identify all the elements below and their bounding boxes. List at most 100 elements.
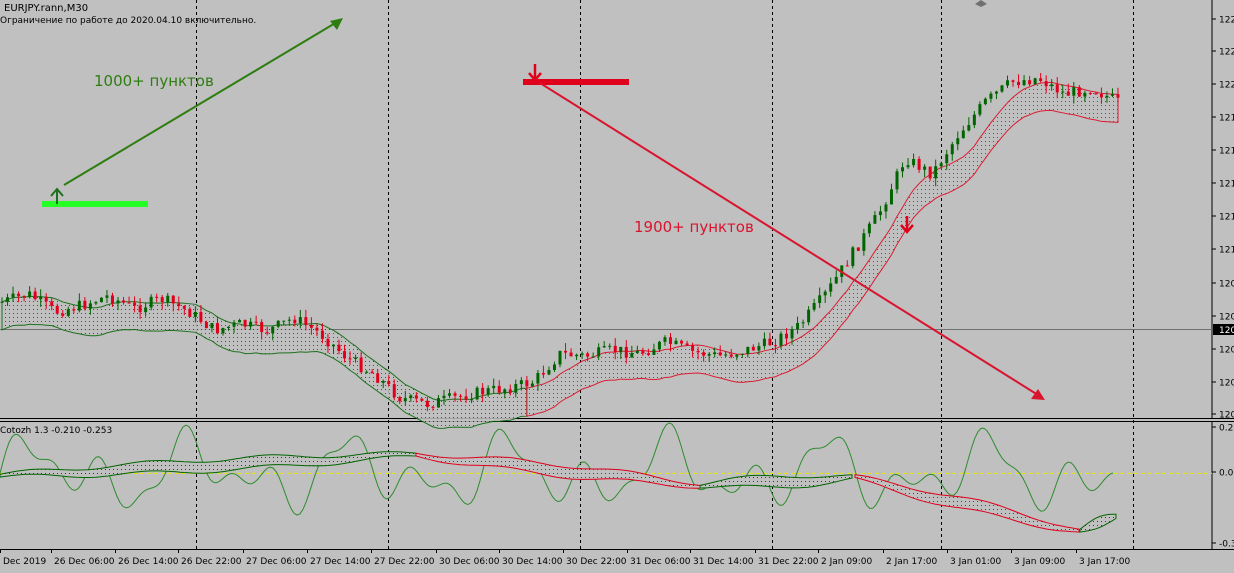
candle: [884, 201, 888, 219]
chart-canvas: EURJPY.rann,M30 Ограничение по работе до…: [0, 0, 1234, 567]
candle: [901, 162, 905, 178]
price-tick-label: 121: [1219, 114, 1234, 124]
candle: [829, 277, 833, 297]
time-tick-label: 30 Dec 14:00: [502, 557, 563, 567]
price-tick-label: 120: [1219, 379, 1234, 389]
time-tick-label: 26 Dec 14:00: [118, 557, 179, 567]
candle: [105, 289, 109, 303]
candle: [983, 97, 987, 106]
candle: [950, 141, 954, 161]
trend-cloud: [1, 81, 1119, 429]
price-tick-label: 121: [1219, 180, 1234, 190]
candle: [591, 352, 595, 358]
candle: [155, 293, 159, 303]
license-notice: Ограничение по работе до 2020.04.10 вклю…: [0, 16, 256, 26]
oscillator-tick-label: -0.3: [1219, 540, 1234, 550]
candle: [801, 319, 805, 329]
oscillator-label: Cotozh 1.3 -0.210 -0.253: [0, 426, 112, 436]
candle: [663, 335, 667, 346]
uptrend-points-label: 1000+ пунктов: [94, 72, 214, 90]
candle: [1039, 73, 1043, 83]
downtrend-points-label: 1900+ пунктов: [634, 218, 754, 236]
candle: [541, 365, 545, 379]
candle: [1028, 75, 1032, 87]
candle: [818, 287, 822, 309]
candle: [851, 245, 855, 269]
price-tick-label: 120: [1219, 346, 1234, 356]
candle: [580, 351, 584, 359]
oscillator-tick-label: 0.0: [1219, 469, 1234, 479]
candle: [77, 293, 81, 313]
bear-oscillator-band-1: [415, 452, 701, 489]
candle: [1017, 74, 1021, 89]
candle: [751, 344, 755, 351]
downtrend-arrow-head: [1031, 389, 1045, 400]
candle: [878, 205, 882, 221]
bear-cloud-segment-1: [526, 81, 1119, 417]
time-tick-label: 30 Dec 06:00: [439, 557, 500, 567]
oscillator-axis: 0.2 0.0 -0.3: [1212, 424, 1234, 550]
candle: [1110, 88, 1114, 98]
time-tick-label: 31 Dec 14:00: [693, 557, 754, 567]
candle: [994, 90, 998, 100]
candle: [254, 315, 258, 326]
time-tick-label: 31 Dec 06:00: [630, 557, 691, 567]
bull-oscillator-band-4: [1079, 513, 1117, 533]
candle: [475, 386, 479, 401]
price-axis: 122 122 122 121 121 121 121 121 120 120 120 120 120 1…: [1212, 16, 1234, 421]
candle: [127, 296, 131, 304]
time-tick-label: Dec 2019: [3, 557, 46, 567]
candle: [834, 270, 838, 285]
candle: [956, 131, 960, 151]
svg-text:120: 120: [1219, 326, 1234, 336]
candle: [1011, 79, 1015, 87]
candle: [1033, 77, 1037, 86]
candle: [0, 297, 4, 303]
candle: [823, 289, 827, 303]
time-tick-label: 2 Jan 17:00: [886, 557, 938, 567]
candle: [238, 318, 242, 323]
candle: [497, 380, 501, 395]
time-tick-label: 3 Jan 17:00: [1079, 557, 1131, 567]
time-tick-label: 2 Jan 09:00: [821, 557, 873, 567]
candle: [768, 332, 772, 346]
candle: [1077, 85, 1081, 97]
candle: [989, 91, 993, 103]
time-tick-label: 3 Jan 01:00: [950, 557, 1002, 567]
uptrend-arrow-line: [63, 21, 338, 186]
bear-oscillator-band-3: [854, 474, 1080, 533]
candle: [889, 183, 893, 205]
price-tick-label: 120: [1219, 280, 1234, 290]
candle: [569, 348, 573, 357]
candle: [873, 211, 877, 224]
candle: [967, 117, 971, 132]
candle: [912, 153, 916, 168]
symbol-title: EURJPY.rann,M30: [4, 3, 88, 14]
candle: [680, 339, 684, 347]
candle: [845, 260, 849, 267]
time-tick-label: 31 Dec 22:00: [758, 557, 819, 567]
candle: [558, 350, 562, 368]
time-tick-label: 3 Jan 09:00: [1014, 557, 1066, 567]
sell-signal-arrow-icon: [528, 64, 542, 82]
candle: [99, 297, 103, 303]
candle: [652, 343, 656, 356]
price-tick-label: 122: [1219, 48, 1234, 58]
candle: [895, 168, 899, 194]
candle: [635, 345, 639, 354]
candle: [564, 343, 568, 360]
bull-cloud-segment-0: [1, 295, 528, 429]
candle: [287, 316, 291, 326]
oscillator-panel: [0, 422, 1212, 533]
candle: [448, 389, 452, 398]
candle: [978, 101, 982, 117]
candle: [33, 287, 37, 301]
candle: [575, 353, 579, 361]
price-tick-label: 121: [1219, 147, 1234, 157]
bull-oscillator-band-2: [699, 474, 853, 489]
candle: [552, 361, 556, 372]
candle: [785, 328, 789, 346]
candle: [608, 343, 612, 350]
current-price-tag: 120: [1213, 324, 1234, 336]
time-tick-label: 26 Dec 22:00: [181, 557, 242, 567]
